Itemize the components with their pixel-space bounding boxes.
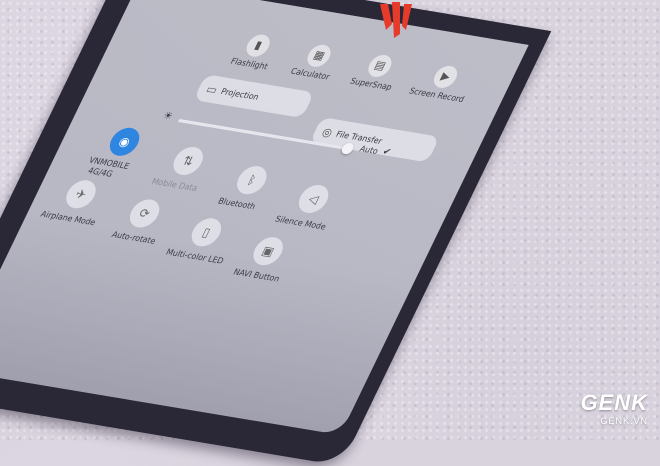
navi-icon: ▣ — [259, 243, 277, 259]
flashlight-icon: ▮ — [242, 33, 274, 59]
wifi-toggle[interactable]: ◉ — [104, 125, 145, 158]
mobile-data-label: Mobile Data — [150, 176, 200, 194]
calculator-icon: ▦ — [303, 43, 335, 69]
tile-flashlight[interactable]: ▮ Flashlight — [219, 30, 291, 73]
projection-icon: ▭ — [204, 81, 220, 97]
tile-screen-record[interactable]: ▶ Screen Record — [402, 61, 484, 106]
navi-toggle[interactable]: ▣ — [248, 235, 288, 268]
navi-label: NAVI Button — [231, 267, 282, 284]
led-icon: ▯ — [199, 224, 213, 240]
silence-icon: ◁ — [305, 191, 322, 207]
auto-rotate-label: Auto-rotate — [110, 229, 158, 246]
bluetooth-label: Bluetooth — [216, 196, 258, 212]
led-toggle[interactable]: ▯ — [186, 216, 227, 249]
projection-button[interactable]: ▭ Projection — [193, 74, 315, 119]
genk-watermark: GENK GENK.VN — [580, 390, 648, 426]
phone: ▮ Flashlight ▦ Calculator ▤ SuperSnap ▶ … — [0, 0, 660, 466]
airplane-label: Airplane Mode — [39, 209, 98, 228]
tile-label: Screen Record — [407, 86, 466, 105]
brightness-icon: ☀ — [160, 110, 175, 123]
tile-label: SuperSnap — [348, 76, 394, 93]
tile-calculator[interactable]: ▦ Calculator — [280, 40, 352, 83]
silence-toggle[interactable]: ◁ — [293, 182, 334, 216]
mobile-data-icon: ⇅ — [180, 153, 197, 169]
file-transfer-icon: ◎ — [319, 124, 336, 140]
silence-label: Silence Mode — [273, 214, 328, 232]
tile-label: Calculator — [289, 66, 332, 82]
brightness-auto-label: Auto — [358, 144, 380, 156]
wifi-icon: ◉ — [116, 134, 133, 150]
mobile-data-toggle[interactable]: ⇅ — [168, 144, 209, 177]
tile-label: Flashlight — [229, 56, 270, 72]
watermark-brand: GENK — [580, 390, 648, 415]
supersnap-icon: ▤ — [364, 53, 396, 79]
auto-rotate-icon: ⟳ — [136, 205, 153, 222]
screen-record-icon: ▶ — [429, 64, 462, 90]
bluetooth-icon: ᛒ — [245, 172, 259, 188]
led-label: Multi-color LED — [164, 247, 226, 266]
red-magic-logo — [380, 2, 412, 38]
airplane-toggle[interactable]: ✈ — [61, 178, 101, 211]
watermark-site: GENK.VN — [600, 416, 648, 426]
airplane-icon: ✈ — [72, 186, 90, 202]
bluetooth-toggle[interactable]: ᛒ — [232, 164, 272, 197]
auto-rotate-toggle[interactable]: ⟳ — [124, 197, 165, 230]
tile-supersnap[interactable]: ▤ SuperSnap — [341, 50, 413, 93]
